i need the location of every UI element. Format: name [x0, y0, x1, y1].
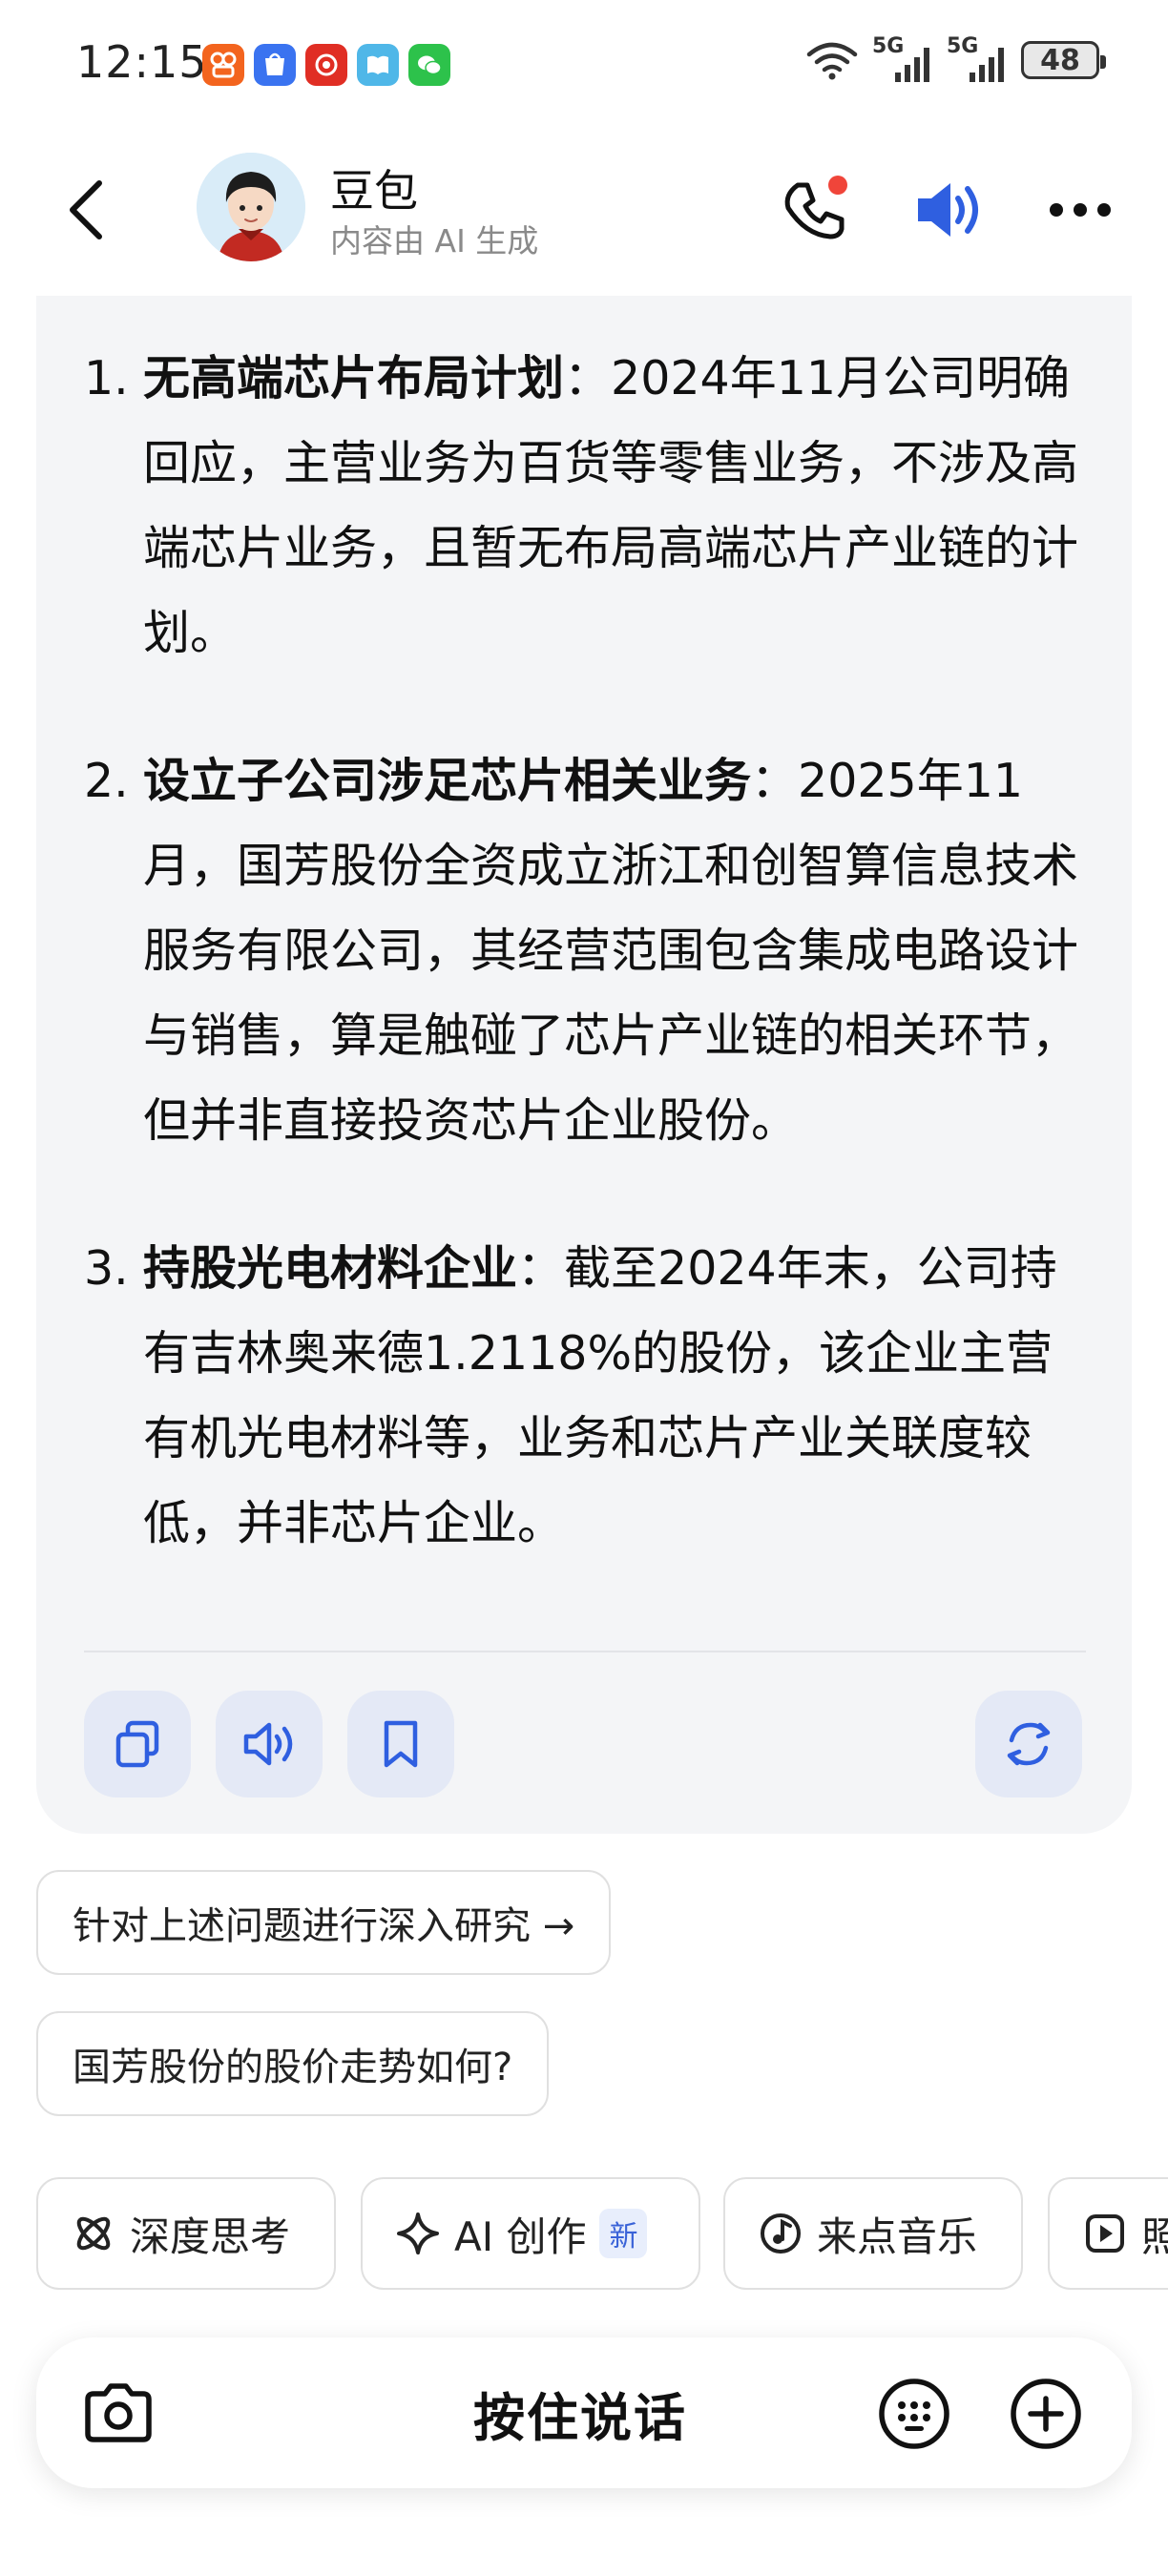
signal-bars-icon: [895, 48, 929, 82]
speaker-icon: [918, 183, 978, 237]
divider: [84, 1651, 1086, 1652]
chat-header: 豆包 内容由 AI 生成: [0, 143, 1168, 277]
list-text: 无高端芯片布局计划：2024年11月公司明确回应，主营业务为百货等零售业务，不涉…: [143, 336, 1097, 675]
copy-button[interactable]: [84, 1691, 191, 1797]
suggestion-deep-research[interactable]: 针对上述问题进行深入研究 →: [36, 1870, 612, 1975]
huawei-market-icon: [254, 44, 296, 86]
new-badge: 新: [599, 2209, 648, 2258]
suggestion-stock-trend[interactable]: 国芳股份的股价走势如何?: [36, 2011, 550, 2116]
chip-music[interactable]: 来点音乐: [723, 2177, 1023, 2290]
list-heading: 持股光电材料企业: [143, 1241, 518, 1296]
notification-dot: [828, 176, 847, 195]
camera-icon: [85, 2383, 152, 2442]
battery-indicator: 48: [1021, 41, 1106, 79]
chip-label: 深度思考: [130, 2212, 291, 2260]
list-item: 3. 持股光电材料企业：截至2024年末，公司持有吉林奥来德1.2118%的股份…: [84, 1226, 1115, 1566]
plus-circle-icon: [1011, 2379, 1081, 2449]
keyboard-icon: [879, 2379, 949, 2449]
keyboard-button[interactable]: [866, 2366, 962, 2462]
voice-playback-button[interactable]: [907, 170, 987, 250]
chip-label: AI 创作: [454, 2212, 587, 2260]
system-icons: 5G 5G 48: [805, 34, 1106, 82]
more-horizontal-icon: [1050, 203, 1111, 217]
list-number: 2.: [84, 754, 129, 808]
add-button[interactable]: [998, 2366, 1094, 2462]
list-heading: 无高端芯片布局计划: [143, 351, 565, 405]
chat-subtitle: 内容由 AI 生成: [330, 222, 539, 260]
copy-icon: [115, 1720, 159, 1768]
list-body: ：2025年11月，国芳股份全资成立浙江和创智算信息技术服务有限公司，其经营范围…: [143, 754, 1079, 1148]
input-bar: 按住说话: [36, 2337, 1132, 2488]
doubao-avatar-icon: [197, 153, 305, 261]
music-icon: [761, 2213, 801, 2254]
phone-icon: [784, 176, 847, 239]
read-aloud-button[interactable]: [216, 1691, 323, 1797]
chevron-left-icon: [70, 180, 102, 239]
status-bar: 12:15 5G 5G 48: [0, 0, 1168, 134]
list-heading: 设立子公司涉足芯片相关业务: [143, 754, 752, 808]
avatar[interactable]: [197, 153, 305, 261]
camera-button[interactable]: [71, 2366, 166, 2462]
list-text: 持股光电材料企业：截至2024年末，公司持有吉林奥来德1.2118%的股份，该企…: [143, 1226, 1097, 1566]
wechat-icon: [408, 44, 450, 86]
sparkle-icon: [397, 2212, 439, 2254]
refresh-icon: [1007, 1722, 1051, 1766]
chip-label: 来点音乐: [817, 2212, 978, 2260]
list-item: 2. 设立子公司涉足芯片相关业务：2025年11月，国芳股份全资成立浙江和创智算…: [84, 738, 1115, 1163]
pinduoduo-icon: [305, 44, 347, 86]
video-icon: [1086, 2214, 1124, 2253]
bookmark-button[interactable]: [347, 1691, 454, 1797]
quick-actions-bar: 深度思考 AI 创作 新 来点音乐 照: [36, 2177, 1168, 2290]
list-item: 1. 无高端芯片布局计划：2024年11月公司明确回应，主营业务为百货等零售业务…: [84, 336, 1115, 675]
signal-bars-icon: [970, 48, 1004, 82]
status-time: 12:15: [76, 36, 208, 88]
atom-icon: [76, 2216, 111, 2251]
kuaishou-icon: [202, 44, 244, 86]
list-number: 1.: [84, 351, 129, 405]
list-text: 设立子公司涉足芯片相关业务：2025年11月，国芳股份全资成立浙江和创智算信息技…: [143, 738, 1097, 1163]
assistant-message-card: 1. 无高端芯片布局计划：2024年11月公司明确回应，主营业务为百货等零售业务…: [36, 296, 1132, 1834]
speaker-icon: [243, 1722, 293, 1766]
bookmark-icon: [384, 1720, 418, 1768]
regenerate-button[interactable]: [975, 1691, 1082, 1797]
hold-to-talk-button[interactable]: 按住说话: [380, 2337, 781, 2488]
notification-icons: [202, 44, 450, 86]
back-button[interactable]: [48, 172, 124, 248]
message-list: 1. 无高端芯片布局计划：2024年11月公司明确回应，主营业务为百货等零售业务…: [84, 336, 1115, 1629]
cell-signal-1: 5G: [872, 34, 933, 82]
chip-video[interactable]: 照: [1048, 2177, 1168, 2290]
cell-signal-2: 5G: [947, 34, 1008, 82]
wifi-icon: [806, 42, 858, 80]
reader-icon: [357, 44, 399, 86]
call-button[interactable]: [775, 170, 855, 250]
more-options-button[interactable]: [1040, 170, 1120, 250]
chat-title: 豆包: [330, 165, 418, 217]
list-number: 3.: [84, 1241, 129, 1296]
chip-label: 照: [1141, 2212, 1168, 2260]
chip-ai-create[interactable]: AI 创作 新: [361, 2177, 700, 2290]
chip-deep-thinking[interactable]: 深度思考: [36, 2177, 336, 2290]
